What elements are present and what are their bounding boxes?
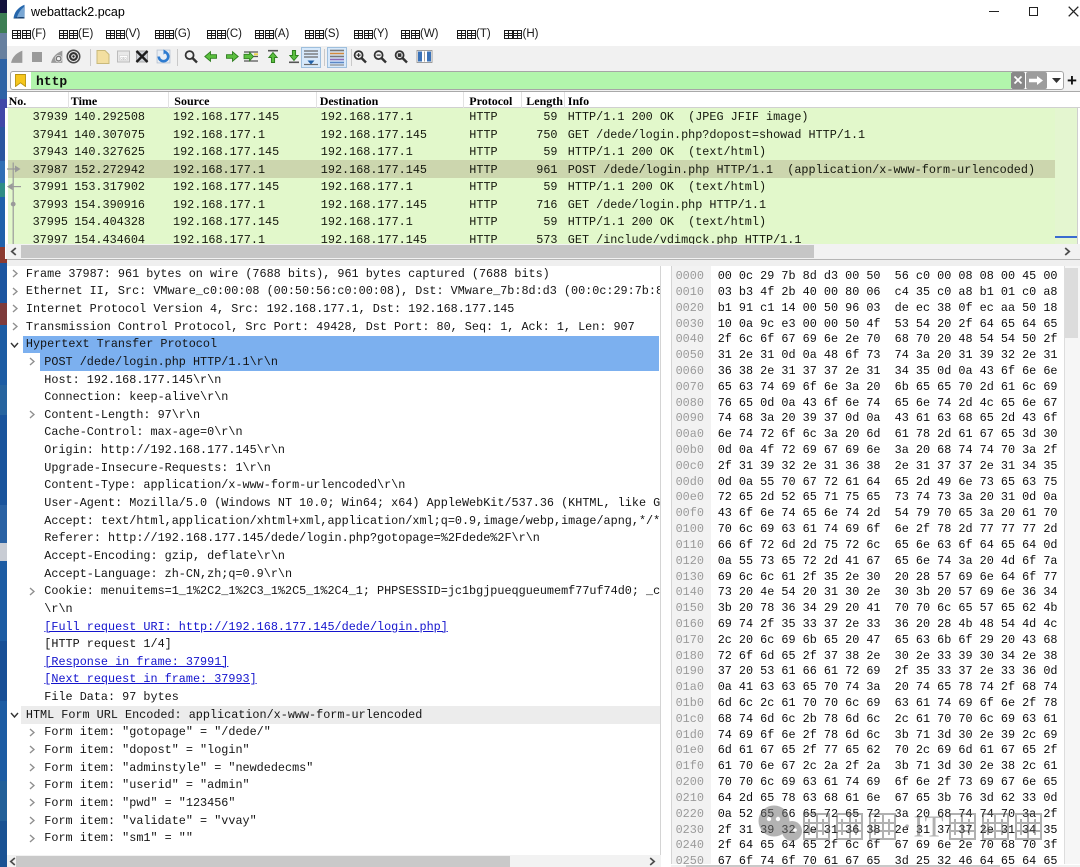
svg-text:010: 010 (121, 57, 127, 61)
